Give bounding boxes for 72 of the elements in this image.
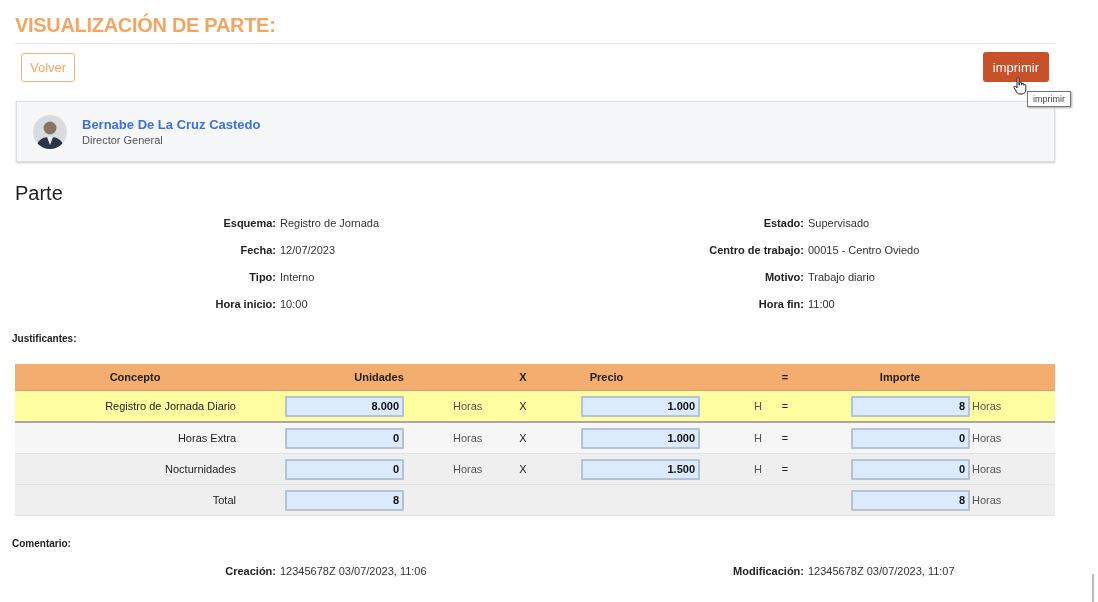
unit-label: H bbox=[753, 463, 763, 475]
field-label: Estado: bbox=[762, 217, 804, 229]
field-value: 12345678Z 03/07/2023, 11:07 bbox=[808, 565, 956, 577]
page-title: VISUALIZACIÓN DE PARTE: bbox=[15, 14, 1055, 44]
unit-label: Horas bbox=[971, 494, 1003, 506]
field-label: Centro de trabajo: bbox=[708, 244, 804, 256]
column-header: Importe bbox=[878, 371, 922, 383]
section-label: Comentario: bbox=[12, 538, 72, 549]
section-label: Justificantes: bbox=[12, 333, 78, 344]
column-header: = bbox=[780, 371, 790, 383]
field-value: 12345678Z 03/07/2023, 11:06 bbox=[280, 565, 428, 577]
unit-label: Horas bbox=[971, 463, 1003, 475]
tooltip: imprimir bbox=[1027, 91, 1071, 107]
operator-symbol: X bbox=[518, 463, 528, 475]
field-value: 00015 - Centro Oviedo bbox=[808, 244, 921, 256]
field-value: Supervisado bbox=[808, 217, 871, 229]
input-field[interactable]: 1.500 bbox=[581, 458, 700, 480]
field-value: Registro de Jornada bbox=[280, 217, 381, 229]
input-field[interactable]: 8.000 bbox=[285, 395, 404, 417]
field-label: Tipo: bbox=[248, 271, 276, 283]
operator-symbol: X bbox=[518, 432, 528, 444]
input-field[interactable]: 0 bbox=[285, 458, 404, 480]
unit-label: Horas bbox=[971, 400, 1003, 412]
unit-label: Horas bbox=[971, 432, 1003, 444]
column-header: Concepto bbox=[108, 371, 162, 383]
operator-symbol: X bbox=[518, 400, 528, 412]
unit-label: H bbox=[753, 400, 763, 412]
column-header: X bbox=[518, 371, 528, 383]
field-label: Hora inicio: bbox=[214, 298, 276, 310]
table-row[interactable]: Total 8 8 Horas bbox=[15, 485, 1055, 516]
input-field[interactable]: 8 bbox=[851, 395, 970, 417]
input-field[interactable]: 8 bbox=[851, 489, 970, 511]
field-value: 11:00 bbox=[808, 298, 836, 310]
scrollbar-thumb[interactable] bbox=[1092, 574, 1094, 602]
field-label: Hora fin: bbox=[757, 298, 804, 310]
input-field[interactable]: 1.000 bbox=[581, 427, 700, 449]
unit-label: Horas bbox=[452, 432, 484, 444]
field-value: Interno bbox=[280, 271, 316, 283]
operator-symbol: = bbox=[780, 432, 790, 444]
field-label: Creación: bbox=[224, 565, 276, 577]
table-row[interactable]: Registro de Jornada Diario 8.000 Horas X 1.000 H = 8 Horas bbox=[15, 391, 1055, 423]
table-row[interactable]: Nocturnidades 0 Horas X 1.500 H = 0 Horas bbox=[15, 454, 1055, 485]
employee-name[interactable]: Bernabe De La Cruz Castedo bbox=[82, 117, 261, 132]
field-value: 12/07/2023 bbox=[280, 244, 337, 256]
section-title: Parte bbox=[15, 182, 64, 205]
table-row[interactable]: Horas Extra 0 Horas X 1.000 H = 0 Horas bbox=[15, 423, 1055, 454]
field-label: Modificación: bbox=[732, 565, 804, 577]
hand-cursor-icon bbox=[1013, 77, 1027, 95]
unit-label: Horas bbox=[452, 463, 484, 475]
column-header: Precio bbox=[588, 371, 625, 383]
print-button[interactable]: imprimir bbox=[982, 52, 1049, 82]
field-label: Motivo: bbox=[763, 271, 804, 283]
input-field[interactable]: 0 bbox=[851, 427, 970, 449]
concept-cell-text: Nocturnidades bbox=[164, 463, 237, 475]
total-label: Total bbox=[211, 494, 237, 506]
field-value: Trabajo diario bbox=[808, 271, 876, 283]
employee-role: Director General bbox=[82, 134, 164, 146]
input-field[interactable]: 1.000 bbox=[581, 395, 700, 417]
field-label: Fecha: bbox=[239, 244, 276, 256]
unit-label: H bbox=[753, 432, 763, 444]
operator-symbol: = bbox=[780, 463, 790, 475]
avatar-icon bbox=[33, 114, 67, 149]
field-value: 10:00 bbox=[280, 298, 309, 310]
unit-label: Horas bbox=[452, 400, 484, 412]
field-label: Esquema: bbox=[222, 217, 276, 229]
column-header: Unidades bbox=[353, 371, 405, 383]
input-field[interactable]: 0 bbox=[851, 458, 970, 480]
concept-cell-text: Horas Extra bbox=[176, 432, 237, 444]
operator-symbol: = bbox=[780, 400, 790, 412]
input-field[interactable]: 8 bbox=[285, 489, 404, 511]
concept-cell-text: Registro de Jornada Diario bbox=[104, 400, 237, 412]
input-field[interactable]: 0 bbox=[285, 427, 404, 449]
